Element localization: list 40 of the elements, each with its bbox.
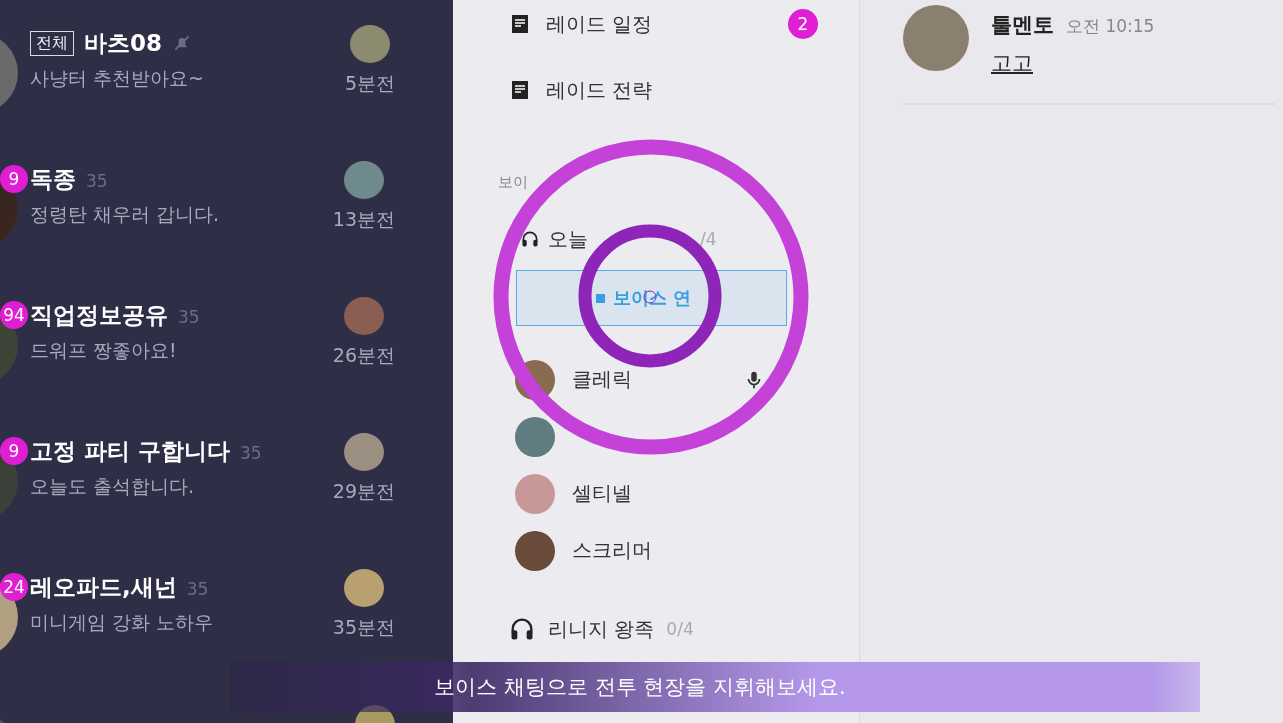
board-item[interactable]: 레이드 일정 2 — [508, 0, 818, 48]
unread-badge: 2 — [788, 9, 818, 39]
chat-title: 레오파드,새넌 — [30, 572, 177, 602]
unread-badge: 9 — [0, 165, 28, 193]
message-preview: 정령탄 채우러 갑니다. — [30, 202, 220, 227]
time-label: 29분전 — [332, 479, 395, 504]
member-count: 35 — [178, 307, 200, 327]
message-preview: 사냥터 추천받아요~ — [30, 66, 204, 91]
time-label: 26분전 — [332, 343, 395, 368]
member-count: 35 — [86, 171, 108, 191]
subtitle-text: 보이스 채팅으로 전투 현장을 지휘해보세요. — [434, 674, 846, 701]
voice-channel-name[interactable]: 리니지 왕족 — [548, 615, 655, 643]
headset-icon — [520, 229, 540, 249]
member-count: 35 — [186, 579, 209, 599]
unread-badge: 24 — [0, 573, 28, 601]
unread-badge: 9 — [0, 437, 28, 465]
message-preview: 미니게임 강화 노하우 — [30, 610, 214, 635]
chat-title: 바츠08 — [84, 28, 162, 58]
member-name: 셀티넬 — [572, 480, 633, 507]
member-count: 35 — [240, 443, 262, 463]
message-preview: 드워프 짱좋아요! — [30, 338, 177, 363]
chat-title: 직업정보공유 — [30, 300, 168, 330]
unread-badge: 94 — [0, 301, 28, 329]
time-label: 5분전 — [344, 71, 395, 96]
participant-count: /4 — [700, 229, 717, 249]
member-name: 스크리머 — [572, 537, 653, 564]
message-preview: 오늘도 출석합니다. — [30, 474, 195, 499]
chat-title: 고정 파티 구합니다 — [30, 436, 230, 466]
voice-channel-name[interactable]: 오늘 — [548, 225, 588, 253]
participant-count: 0/4 — [666, 619, 694, 639]
member-name: 클레릭 — [572, 366, 633, 393]
tag-label: 전체 — [30, 30, 74, 56]
author-name: 툴멘토 — [991, 12, 1054, 39]
message-time: 오전 10:15 — [1066, 15, 1155, 38]
message-text: 고고 — [991, 50, 1033, 77]
board-item[interactable]: 레이드 전략 — [508, 66, 818, 114]
time-label: 13분전 — [332, 207, 395, 232]
section-label: 보이 — [498, 173, 529, 193]
time-label: 35분전 — [332, 615, 395, 640]
chat-title: 독종 — [30, 164, 76, 194]
